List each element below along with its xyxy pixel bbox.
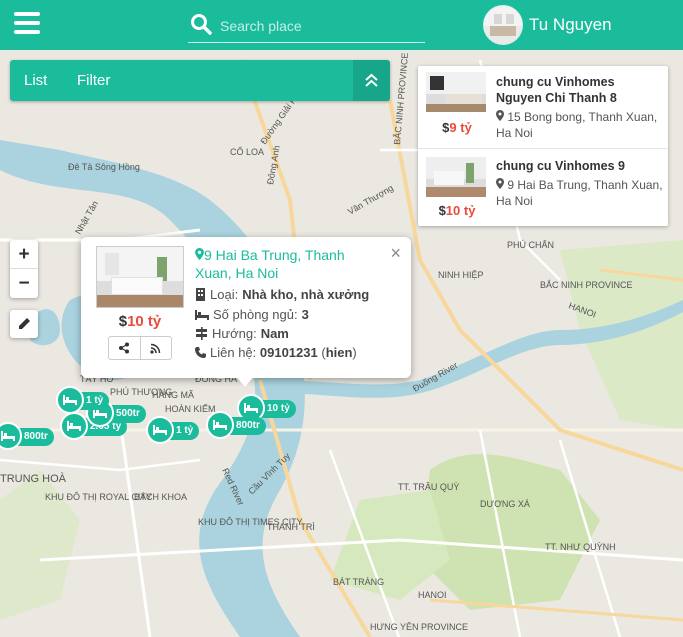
price-marker[interactable]: 800tr	[0, 422, 54, 450]
building-icon	[196, 288, 205, 301]
map-marker-icon	[496, 178, 504, 189]
listing-title[interactable]: chung cu Vinhomes 9	[496, 158, 662, 174]
list-item[interactable]: $10 tỷ chung cu Vinhomes 9 9 Hai Ba Trun…	[418, 149, 668, 225]
map-label: THANH TRÌ	[267, 522, 315, 532]
results-list: $9 tỷ chung cu Vinhomes Nguyen Chi Thanh…	[418, 66, 668, 226]
popup-price: $10 tỷ	[118, 313, 162, 330]
listing-thumbnail	[426, 72, 486, 112]
draw-button[interactable]	[10, 310, 38, 338]
popup-direction: Hướng: Nam	[195, 326, 289, 341]
bed-icon	[56, 386, 84, 414]
popup-pointer	[235, 375, 255, 387]
top-bar: Tu Nguyen	[0, 0, 683, 50]
user-menu[interactable]: Tu Nguyen	[483, 5, 612, 45]
map-label: BẮC NINH PROVINCE	[540, 280, 633, 290]
hamburger-menu-icon[interactable]	[14, 12, 40, 36]
map-label: HƯNG YÊN PROVINCE	[370, 622, 468, 632]
close-icon[interactable]: ×	[390, 243, 401, 264]
popup-rooms: Số phòng ngủ: 3	[195, 307, 309, 322]
bed-icon	[0, 422, 22, 450]
contact-phone[interactable]: 09101231	[260, 345, 318, 360]
user-name: Tu Nguyen	[529, 15, 612, 34]
map-label: Đê Tả Sông Hồng	[68, 162, 140, 172]
share-icon	[119, 342, 130, 354]
contact-name[interactable]: hien	[326, 345, 353, 360]
map-label: HÀNG MÃ	[152, 390, 194, 400]
zoom-out-button[interactable]: −	[10, 269, 38, 298]
map-label: CỔ LOA	[230, 146, 264, 157]
map-label: BÁT TRÀNG	[333, 577, 384, 587]
map-marker-icon	[496, 110, 504, 121]
map-label: BÁCH KHOA	[134, 492, 187, 502]
listing-thumbnail	[426, 157, 486, 197]
listing-title[interactable]: chung cu Vinhomes Nguyen Chi Thanh 8	[496, 74, 662, 106]
pencil-icon	[19, 318, 30, 329]
popup-address[interactable]: 9 Hai Ba Trung, Thanh Xuan, Ha Noi	[195, 246, 375, 282]
double-chevron-up-icon	[365, 73, 378, 87]
rss-button[interactable]	[141, 337, 172, 359]
tab-filter[interactable]: Filter	[77, 72, 110, 89]
listing-address: 15 Bong bong, Thanh Xuan, Ha Noi	[496, 110, 658, 140]
listing-address: 9 Hai Ba Trung, Thanh Xuan, Ha Noi	[496, 178, 663, 208]
price-marker[interactable]: 1 tỷ	[56, 386, 110, 414]
map-marker-icon	[195, 248, 204, 260]
bed-icon	[146, 416, 174, 444]
listing-popup: $10 tỷ 9 Hai Ba Trung, Thanh Xuan, Ha No…	[81, 237, 411, 378]
collapse-button[interactable]	[353, 60, 390, 101]
listing-photo	[96, 246, 184, 308]
map-label: PHÚ CHẤN	[507, 240, 554, 250]
rss-icon	[150, 343, 161, 354]
bed-icon	[206, 411, 234, 439]
popup-type: Loại: Nhà kho, nhà xưởng	[195, 287, 369, 302]
price-marker[interactable]: 10 tỷ	[237, 394, 296, 422]
search-icon	[191, 14, 212, 35]
map-label: DƯƠNG XÁ	[480, 499, 530, 509]
bed-icon	[195, 309, 209, 320]
search-box	[188, 10, 425, 43]
zoom-control: + −	[10, 240, 38, 298]
search-input[interactable]	[218, 14, 422, 38]
list-filter-bar: List Filter	[10, 60, 390, 101]
list-item[interactable]: $9 tỷ chung cu Vinhomes Nguyen Chi Thanh…	[418, 66, 668, 149]
avatar	[483, 5, 523, 45]
map-label: HANOI	[418, 590, 447, 600]
tab-list[interactable]: List	[24, 72, 47, 89]
bed-icon	[60, 412, 88, 440]
price-marker[interactable]: 1 tỷ	[146, 416, 200, 444]
zoom-in-button[interactable]: +	[10, 240, 38, 269]
listing-price: $10 tỷ	[438, 203, 476, 218]
popup-actions	[108, 336, 172, 360]
share-button[interactable]	[109, 337, 141, 359]
popup-contact: Liên hệ: 09101231 (hien)	[195, 345, 357, 360]
map-label: HOÀN KIẾM	[165, 404, 216, 414]
listing-price: $9 tỷ	[442, 120, 472, 135]
map-label: TRUNG HOÀ	[0, 472, 67, 485]
phone-icon	[195, 347, 206, 358]
map-label: NINH HIỆP	[438, 270, 484, 280]
price-marker[interactable]: 800tr	[206, 411, 266, 439]
map-label: TT. NHƯ QUỲNH	[545, 542, 616, 552]
signpost-icon	[196, 327, 207, 340]
map-label: TT. TRÂU QUỲ	[398, 482, 459, 492]
